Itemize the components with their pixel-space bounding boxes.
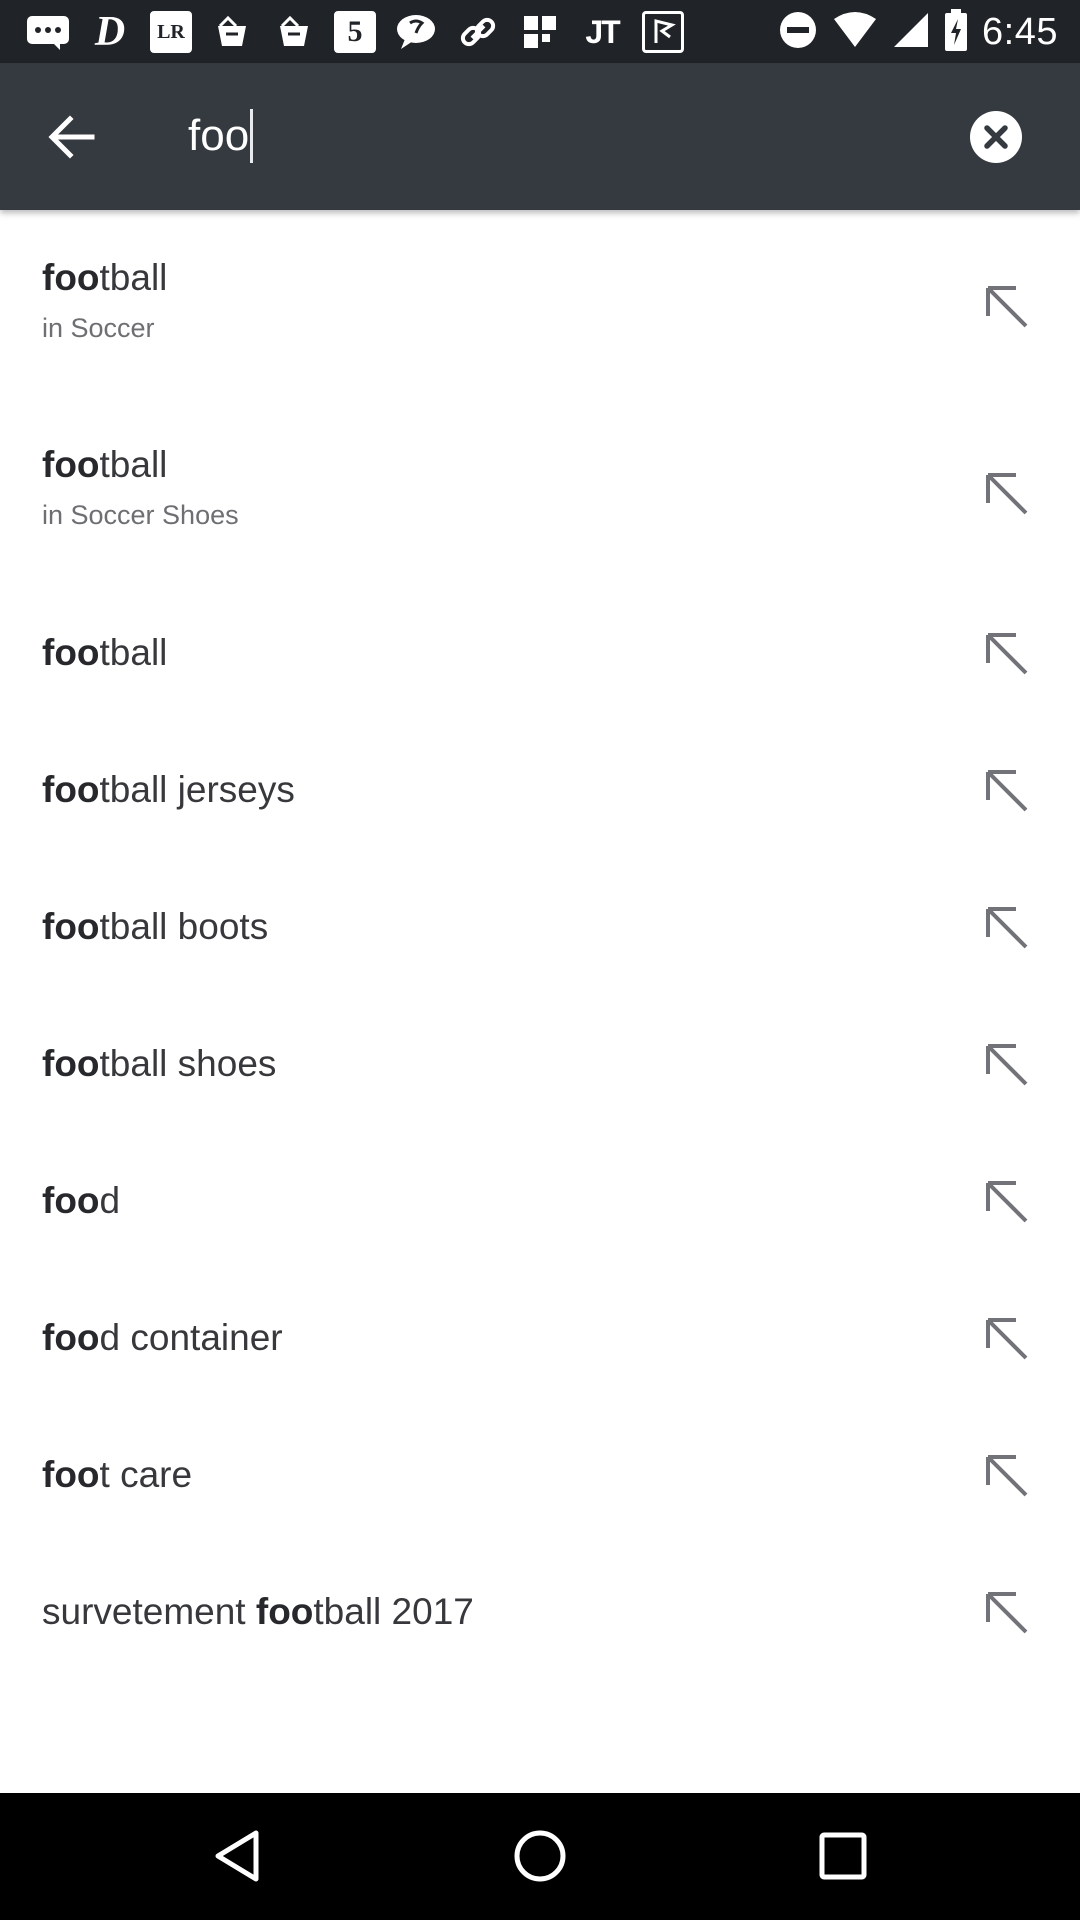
- shop-app-icon: [210, 10, 254, 54]
- grid-app-icon: [518, 10, 562, 54]
- suggestion-title: foot care: [42, 1453, 193, 1495]
- fill-query-arrow-icon[interactable]: [980, 627, 1032, 679]
- suggestion-item[interactable]: football shoes: [0, 995, 1080, 1132]
- suggestion-category: in Soccer Shoes: [42, 500, 239, 530]
- back-button[interactable]: [40, 107, 104, 167]
- do-not-disturb-icon: [778, 10, 818, 55]
- system-icons: 6:45: [778, 8, 1058, 56]
- notification-icons: D LR 5 JT: [26, 9, 684, 55]
- suggestion-title: football: [42, 444, 168, 485]
- suggestion-item[interactable]: football: [0, 584, 1080, 721]
- suggestion-item[interactable]: football in Soccer Shoes: [0, 397, 1080, 584]
- messages-icon: [26, 10, 70, 54]
- nav-home-button[interactable]: [507, 1823, 573, 1889]
- suggestion-title: football shoes: [42, 1042, 277, 1084]
- suggestion-item[interactable]: food: [0, 1132, 1080, 1269]
- status-bar: D LR 5 JT 6:45: [0, 0, 1080, 63]
- suggestion-item[interactable]: foot care: [0, 1406, 1080, 1543]
- clock: 6:45: [982, 10, 1058, 53]
- suggestion-item[interactable]: football in Soccer: [0, 210, 1080, 397]
- suggestion-title: food container: [42, 1316, 283, 1358]
- clear-search-button[interactable]: [968, 109, 1024, 165]
- search-query-text: foo: [188, 111, 250, 160]
- flag-app-icon: [642, 11, 684, 53]
- navigation-bar: [0, 1793, 1080, 1920]
- lr-app-icon: LR: [150, 11, 192, 53]
- link-app-icon: [456, 10, 500, 54]
- clear-icon: [970, 111, 1022, 163]
- 5-app-icon: 5: [334, 11, 376, 53]
- nav-recents-button[interactable]: [810, 1823, 876, 1889]
- battery-icon: [944, 8, 968, 56]
- suggestion-title: football: [42, 631, 168, 673]
- arrow-back-icon: [48, 115, 95, 159]
- chat-icon: [394, 10, 438, 54]
- suggestion-category: in Soccer: [42, 313, 155, 343]
- suggestion-title: football: [42, 257, 168, 298]
- shop-app-icon: [272, 10, 316, 54]
- suggestion-list: football in Soccer football in Soccer Sh…: [0, 210, 1080, 1680]
- cell-signal-icon: [892, 11, 930, 54]
- suggestion-item[interactable]: survetement football 2017: [0, 1543, 1080, 1680]
- suggestion-item[interactable]: food container: [0, 1269, 1080, 1406]
- fill-query-arrow-icon[interactable]: [980, 901, 1032, 953]
- fill-query-arrow-icon[interactable]: [980, 1449, 1032, 1501]
- text-cursor: [250, 109, 254, 163]
- fill-query-arrow-icon[interactable]: [980, 1312, 1032, 1364]
- suggestion-item[interactable]: football jerseys: [0, 721, 1080, 858]
- nav-recents-icon: [819, 1832, 867, 1880]
- jt-app-icon: JT: [585, 13, 620, 50]
- fill-query-arrow-icon[interactable]: [980, 1586, 1032, 1638]
- suggestion-title: football jerseys: [42, 768, 295, 810]
- suggestion-title: food: [42, 1179, 121, 1221]
- d-app-icon: D: [94, 9, 126, 55]
- suggestion-title: football boots: [42, 905, 269, 947]
- fill-query-arrow-icon[interactable]: [980, 764, 1032, 816]
- nav-back-icon: [215, 1830, 259, 1882]
- fill-query-arrow-icon[interactable]: [980, 280, 1032, 332]
- suggestion-item[interactable]: football boots: [0, 858, 1080, 995]
- search-input[interactable]: foo: [188, 103, 948, 169]
- wifi-icon: [832, 11, 878, 54]
- fill-query-arrow-icon[interactable]: [980, 1175, 1032, 1227]
- fill-query-arrow-icon[interactable]: [980, 1038, 1032, 1090]
- fill-query-arrow-icon[interactable]: [980, 467, 1032, 519]
- suggestion-title: survetement football 2017: [42, 1590, 474, 1632]
- nav-home-icon: [514, 1830, 566, 1882]
- nav-back-button[interactable]: [204, 1823, 270, 1889]
- search-toolbar: foo: [0, 63, 1080, 210]
